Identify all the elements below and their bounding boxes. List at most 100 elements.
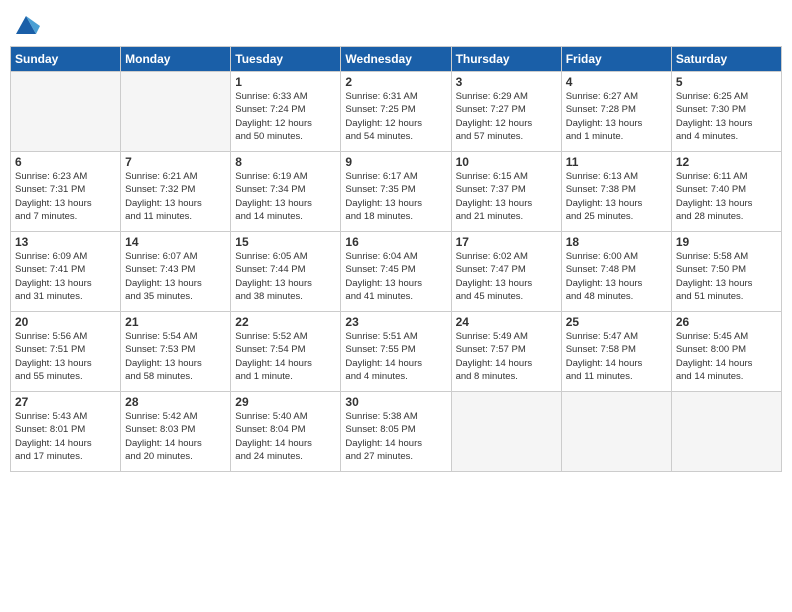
day-number: 1 (235, 75, 336, 89)
calendar-cell: 30Sunrise: 5:38 AM Sunset: 8:05 PM Dayli… (341, 392, 451, 472)
sun-info: Sunrise: 5:47 AM Sunset: 7:58 PM Dayligh… (566, 330, 667, 383)
sun-info: Sunrise: 6:19 AM Sunset: 7:34 PM Dayligh… (235, 170, 336, 223)
calendar-cell: 7Sunrise: 6:21 AM Sunset: 7:32 PM Daylig… (121, 152, 231, 232)
day-number: 5 (676, 75, 777, 89)
calendar-cell: 18Sunrise: 6:00 AM Sunset: 7:48 PM Dayli… (561, 232, 671, 312)
week-row-5: 27Sunrise: 5:43 AM Sunset: 8:01 PM Dayli… (11, 392, 782, 472)
calendar-cell: 24Sunrise: 5:49 AM Sunset: 7:57 PM Dayli… (451, 312, 561, 392)
calendar-cell: 14Sunrise: 6:07 AM Sunset: 7:43 PM Dayli… (121, 232, 231, 312)
page: SundayMondayTuesdayWednesdayThursdayFrid… (0, 0, 792, 612)
header-row: SundayMondayTuesdayWednesdayThursdayFrid… (11, 47, 782, 72)
sun-info: Sunrise: 6:27 AM Sunset: 7:28 PM Dayligh… (566, 90, 667, 143)
day-number: 22 (235, 315, 336, 329)
day-number: 17 (456, 235, 557, 249)
day-number: 25 (566, 315, 667, 329)
calendar-cell: 27Sunrise: 5:43 AM Sunset: 8:01 PM Dayli… (11, 392, 121, 472)
calendar-cell (671, 392, 781, 472)
calendar-cell: 9Sunrise: 6:17 AM Sunset: 7:35 PM Daylig… (341, 152, 451, 232)
sun-info: Sunrise: 6:25 AM Sunset: 7:30 PM Dayligh… (676, 90, 777, 143)
day-number: 24 (456, 315, 557, 329)
sun-info: Sunrise: 6:21 AM Sunset: 7:32 PM Dayligh… (125, 170, 226, 223)
calendar-cell: 28Sunrise: 5:42 AM Sunset: 8:03 PM Dayli… (121, 392, 231, 472)
day-number: 7 (125, 155, 226, 169)
sun-info: Sunrise: 5:43 AM Sunset: 8:01 PM Dayligh… (15, 410, 116, 463)
sun-info: Sunrise: 6:00 AM Sunset: 7:48 PM Dayligh… (566, 250, 667, 303)
sun-info: Sunrise: 5:56 AM Sunset: 7:51 PM Dayligh… (15, 330, 116, 383)
col-header-wednesday: Wednesday (341, 47, 451, 72)
week-row-3: 13Sunrise: 6:09 AM Sunset: 7:41 PM Dayli… (11, 232, 782, 312)
day-number: 4 (566, 75, 667, 89)
sun-info: Sunrise: 5:51 AM Sunset: 7:55 PM Dayligh… (345, 330, 446, 383)
day-number: 13 (15, 235, 116, 249)
col-header-saturday: Saturday (671, 47, 781, 72)
header (10, 10, 782, 38)
day-number: 21 (125, 315, 226, 329)
day-number: 16 (345, 235, 446, 249)
calendar-cell: 11Sunrise: 6:13 AM Sunset: 7:38 PM Dayli… (561, 152, 671, 232)
calendar-cell: 10Sunrise: 6:15 AM Sunset: 7:37 PM Dayli… (451, 152, 561, 232)
day-number: 2 (345, 75, 446, 89)
sun-info: Sunrise: 6:09 AM Sunset: 7:41 PM Dayligh… (15, 250, 116, 303)
calendar-cell: 12Sunrise: 6:11 AM Sunset: 7:40 PM Dayli… (671, 152, 781, 232)
calendar-cell (121, 72, 231, 152)
sun-info: Sunrise: 6:31 AM Sunset: 7:25 PM Dayligh… (345, 90, 446, 143)
sun-info: Sunrise: 5:38 AM Sunset: 8:05 PM Dayligh… (345, 410, 446, 463)
day-number: 12 (676, 155, 777, 169)
sun-info: Sunrise: 6:17 AM Sunset: 7:35 PM Dayligh… (345, 170, 446, 223)
col-header-thursday: Thursday (451, 47, 561, 72)
week-row-2: 6Sunrise: 6:23 AM Sunset: 7:31 PM Daylig… (11, 152, 782, 232)
sun-info: Sunrise: 6:11 AM Sunset: 7:40 PM Dayligh… (676, 170, 777, 223)
sun-info: Sunrise: 6:05 AM Sunset: 7:44 PM Dayligh… (235, 250, 336, 303)
day-number: 8 (235, 155, 336, 169)
day-number: 6 (15, 155, 116, 169)
calendar-cell: 19Sunrise: 5:58 AM Sunset: 7:50 PM Dayli… (671, 232, 781, 312)
sun-info: Sunrise: 6:15 AM Sunset: 7:37 PM Dayligh… (456, 170, 557, 223)
sun-info: Sunrise: 5:52 AM Sunset: 7:54 PM Dayligh… (235, 330, 336, 383)
calendar-cell: 20Sunrise: 5:56 AM Sunset: 7:51 PM Dayli… (11, 312, 121, 392)
col-header-friday: Friday (561, 47, 671, 72)
week-row-4: 20Sunrise: 5:56 AM Sunset: 7:51 PM Dayli… (11, 312, 782, 392)
day-number: 10 (456, 155, 557, 169)
calendar-cell: 13Sunrise: 6:09 AM Sunset: 7:41 PM Dayli… (11, 232, 121, 312)
sun-info: Sunrise: 5:45 AM Sunset: 8:00 PM Dayligh… (676, 330, 777, 383)
calendar-cell: 8Sunrise: 6:19 AM Sunset: 7:34 PM Daylig… (231, 152, 341, 232)
calendar-cell: 25Sunrise: 5:47 AM Sunset: 7:58 PM Dayli… (561, 312, 671, 392)
sun-info: Sunrise: 5:54 AM Sunset: 7:53 PM Dayligh… (125, 330, 226, 383)
day-number: 26 (676, 315, 777, 329)
day-number: 18 (566, 235, 667, 249)
sun-info: Sunrise: 6:33 AM Sunset: 7:24 PM Dayligh… (235, 90, 336, 143)
calendar-cell: 4Sunrise: 6:27 AM Sunset: 7:28 PM Daylig… (561, 72, 671, 152)
day-number: 15 (235, 235, 336, 249)
logo-icon (12, 10, 40, 38)
sun-info: Sunrise: 6:23 AM Sunset: 7:31 PM Dayligh… (15, 170, 116, 223)
sun-info: Sunrise: 6:04 AM Sunset: 7:45 PM Dayligh… (345, 250, 446, 303)
col-header-tuesday: Tuesday (231, 47, 341, 72)
calendar-cell: 26Sunrise: 5:45 AM Sunset: 8:00 PM Dayli… (671, 312, 781, 392)
sun-info: Sunrise: 5:42 AM Sunset: 8:03 PM Dayligh… (125, 410, 226, 463)
day-number: 30 (345, 395, 446, 409)
calendar-cell (451, 392, 561, 472)
day-number: 11 (566, 155, 667, 169)
calendar-cell: 5Sunrise: 6:25 AM Sunset: 7:30 PM Daylig… (671, 72, 781, 152)
calendar-cell: 17Sunrise: 6:02 AM Sunset: 7:47 PM Dayli… (451, 232, 561, 312)
sun-info: Sunrise: 5:40 AM Sunset: 8:04 PM Dayligh… (235, 410, 336, 463)
week-row-1: 1Sunrise: 6:33 AM Sunset: 7:24 PM Daylig… (11, 72, 782, 152)
calendar-cell: 1Sunrise: 6:33 AM Sunset: 7:24 PM Daylig… (231, 72, 341, 152)
day-number: 20 (15, 315, 116, 329)
col-header-sunday: Sunday (11, 47, 121, 72)
calendar-cell: 15Sunrise: 6:05 AM Sunset: 7:44 PM Dayli… (231, 232, 341, 312)
day-number: 29 (235, 395, 336, 409)
col-header-monday: Monday (121, 47, 231, 72)
day-number: 23 (345, 315, 446, 329)
calendar-cell: 22Sunrise: 5:52 AM Sunset: 7:54 PM Dayli… (231, 312, 341, 392)
day-number: 9 (345, 155, 446, 169)
sun-info: Sunrise: 5:49 AM Sunset: 7:57 PM Dayligh… (456, 330, 557, 383)
day-number: 3 (456, 75, 557, 89)
sun-info: Sunrise: 6:13 AM Sunset: 7:38 PM Dayligh… (566, 170, 667, 223)
sun-info: Sunrise: 5:58 AM Sunset: 7:50 PM Dayligh… (676, 250, 777, 303)
sun-info: Sunrise: 6:02 AM Sunset: 7:47 PM Dayligh… (456, 250, 557, 303)
day-number: 19 (676, 235, 777, 249)
day-number: 28 (125, 395, 226, 409)
sun-info: Sunrise: 6:29 AM Sunset: 7:27 PM Dayligh… (456, 90, 557, 143)
calendar-cell: 3Sunrise: 6:29 AM Sunset: 7:27 PM Daylig… (451, 72, 561, 152)
